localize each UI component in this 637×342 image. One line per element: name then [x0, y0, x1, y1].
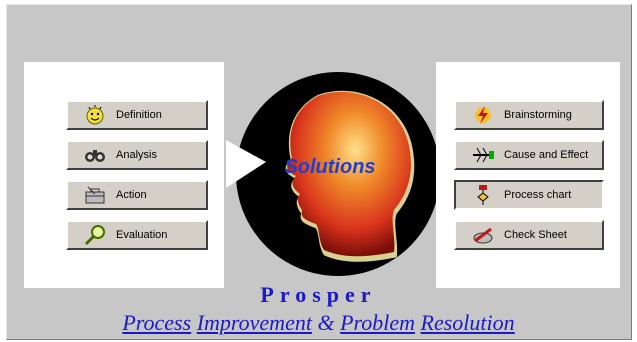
app-name: Prosper [260, 282, 377, 307]
evaluation-label: Evaluation [116, 229, 168, 241]
cause-and-effect-button[interactable]: Cause and Effect [454, 140, 604, 170]
binoculars-icon [82, 144, 108, 166]
fishbone-icon [470, 144, 496, 166]
tagline-word-resolution: Resolution [420, 310, 515, 335]
brainstorming-label: Brainstorming [504, 109, 572, 121]
process-steps-panel: Definition Analysis Action Evaluation [24, 62, 224, 288]
tools-panel: Brainstorming Cause and Effect Process c… [436, 62, 620, 288]
check-sheet-label: Check Sheet [504, 229, 567, 241]
tagline-word-improvement: Improvement [196, 310, 312, 335]
tagline-word-process: Process [122, 310, 192, 335]
brainstorming-button[interactable]: Brainstorming [454, 100, 604, 130]
definition-button[interactable]: Definition [66, 100, 208, 130]
evaluation-button[interactable]: Evaluation [66, 220, 208, 250]
check-sheet-button[interactable]: Check Sheet [454, 220, 604, 250]
process-chart-button[interactable]: Process chart [454, 180, 604, 210]
action-label: Action [116, 189, 147, 201]
definition-label: Definition [116, 109, 162, 121]
analysis-label: Analysis [116, 149, 157, 161]
process-chart-label: Process chart [504, 189, 572, 201]
tagline-ampersand: & [317, 310, 335, 335]
analysis-button[interactable]: Analysis [66, 140, 208, 170]
cause-and-effect-label: Cause and Effect [504, 149, 589, 161]
tagline: Process Improvement & Problem Resolution [0, 310, 637, 336]
lightning-bolt-icon [470, 104, 496, 126]
flowchart-icon [470, 184, 496, 206]
toolbox-icon [82, 184, 108, 206]
solutions-head-logo: Solutions [226, 70, 440, 282]
smiley-face-icon [82, 104, 108, 126]
action-button[interactable]: Action [66, 180, 208, 210]
solutions-logo-text: Solutions [284, 156, 375, 178]
pencil-sheet-icon [470, 224, 496, 246]
magnifier-icon [82, 224, 108, 246]
tagline-word-problem: Problem [340, 310, 416, 335]
